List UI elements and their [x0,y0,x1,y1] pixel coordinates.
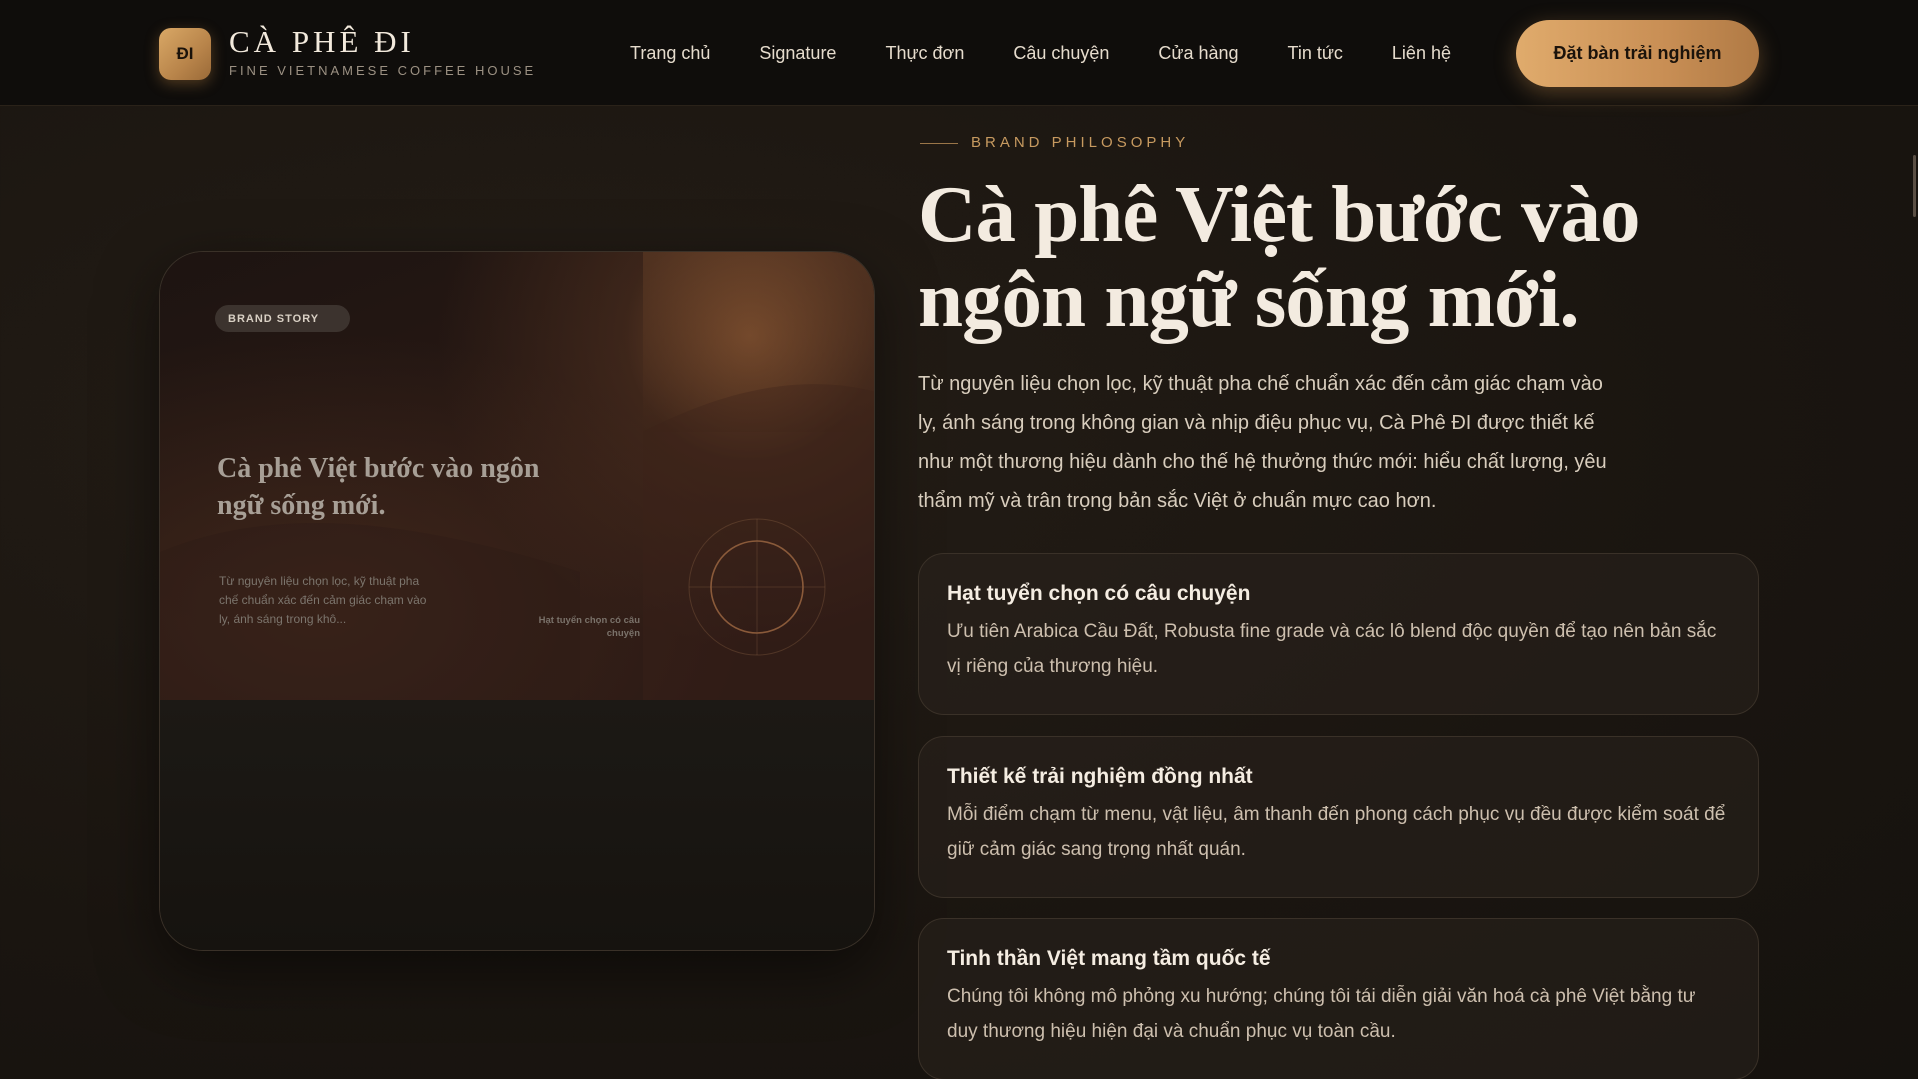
scrollbar-thumb[interactable] [1913,155,1916,217]
card-empty-area [160,700,874,950]
nav-link-story[interactable]: Câu chuyện [1013,43,1109,64]
brand-story-badge: BRAND STORY [215,305,350,332]
brand-name[interactable]: CÀ PHÊ ĐI [229,24,415,60]
nav-link-news[interactable]: Tin tức [1288,43,1343,64]
card-heading: Cà phê Việt bước vào ngôn ngữ sống mới. [217,453,540,521]
feature-title: Hạt tuyển chọn có câu chuyện [947,582,1251,605]
card-text: Từ nguyên liệu chọn lọc, kỹ thuật pha ch… [219,574,427,626]
brand-tagline: FINE VIETNAMESE COFFEE HOUSE [229,63,537,78]
feature-title: Thiết kế trải nghiệm đồng nhất [947,765,1253,788]
nav-link-signature[interactable]: Signature [759,43,836,64]
feature-title: Tinh thần Việt mang tầm quốc tế [947,947,1271,970]
section-headline: Cà phê Việt bước vào ngôn ngữ sống mới. [918,169,1640,344]
nav-link-contact[interactable]: Liên hệ [1392,43,1451,64]
nav-link-stores[interactable]: Cửa hàng [1158,43,1238,64]
crosshair-icon [688,518,826,656]
nav-links: Trang chủ Signature Thực đơn Câu chuyện … [630,0,1451,106]
feature-card-beans: Hạt tuyển chọn có câu chuyện Ưu tiên Ara… [918,553,1759,715]
section-lead: Từ nguyên liệu chọn lọc, kỹ thuật pha ch… [918,373,1607,512]
brand-story-card: BRAND STORY Cà phê Việt bước vào ngôn ng… [159,251,875,951]
section-eyebrow: BRAND PHILOSOPHY [971,134,1190,151]
nav-link-home[interactable]: Trang chủ [630,43,710,64]
feature-card-experience: Thiết kế trải nghiệm đồng nhất Mỗi điểm … [918,736,1759,898]
top-navigation: ĐI CÀ PHÊ ĐI FINE VIETNAMESE COFFEE HOUS… [0,0,1918,106]
logo-badge[interactable]: ĐI [159,28,211,80]
card-caption: Hạt tuyển chọn có câu chuyện [538,615,640,639]
brand-story-image: BRAND STORY Cà phê Việt bước vào ngôn ng… [160,252,874,700]
page-scrollbar[interactable] [1910,106,1918,1079]
nav-link-menu[interactable]: Thực đơn [885,43,964,64]
book-table-button[interactable]: Đặt bàn trải nghiệm [1516,20,1759,87]
eyebrow-divider [920,143,958,144]
feature-desc: Chúng tôi không mô phỏng xu hướng; chúng… [947,986,1696,1042]
feature-card-spirit: Tinh thần Việt mang tầm quốc tế Chúng tô… [918,918,1759,1079]
feature-desc: Mỗi điểm chạm từ menu, vật liệu, âm than… [947,804,1726,860]
feature-desc: Ưu tiên Arabica Cầu Đất, Robusta fine gr… [947,621,1717,677]
